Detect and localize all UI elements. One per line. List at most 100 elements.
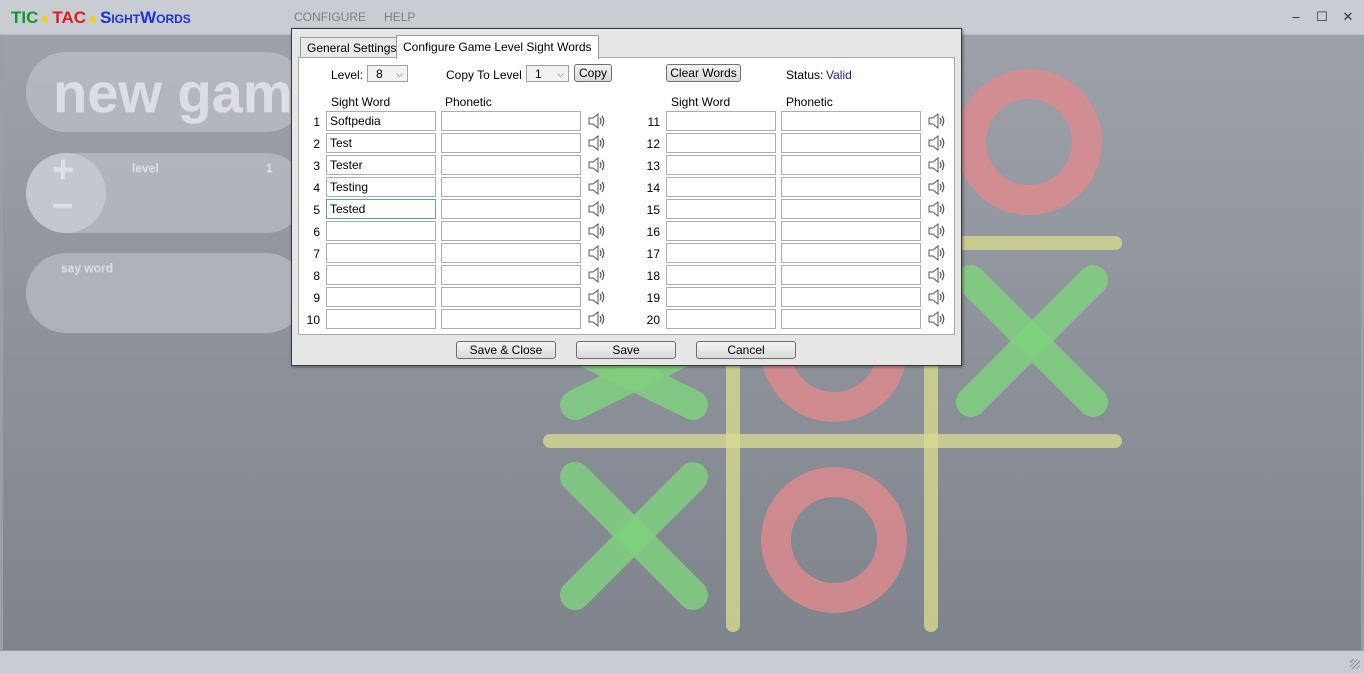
row-number: 11	[647, 115, 660, 129]
phonetic-input[interactable]	[781, 199, 921, 219]
phonetic-input[interactable]	[441, 265, 581, 285]
speaker-icon[interactable]	[927, 178, 947, 196]
sight-word-input[interactable]: Testing	[326, 177, 436, 197]
row-number: 20	[646, 313, 660, 327]
sight-word-input[interactable]	[666, 309, 776, 329]
phonetic-input[interactable]	[441, 155, 581, 175]
tab-general-settings[interactable]: General Settings	[300, 37, 404, 58]
row-number: 16	[646, 225, 660, 239]
sight-word-input[interactable]	[666, 177, 776, 197]
speaker-icon[interactable]	[587, 134, 607, 152]
speaker-icon[interactable]	[927, 200, 947, 218]
sight-word-input[interactable]	[666, 287, 776, 307]
header-sight-word-right: Sight Word	[671, 95, 731, 109]
sight-word-input[interactable]	[326, 287, 436, 307]
phonetic-input[interactable]	[781, 309, 921, 329]
say-word-button[interactable]: say word	[26, 253, 306, 333]
resize-grip[interactable]	[1350, 659, 1360, 669]
status-label: Status:	[786, 68, 824, 82]
phonetic-input[interactable]	[441, 221, 581, 241]
clear-words-button[interactable]: Clear Words	[666, 64, 741, 82]
maximize-button[interactable]: ☐	[1314, 9, 1330, 25]
speaker-icon[interactable]	[927, 310, 947, 328]
tab-configure-sight-words[interactable]: Configure Game Level Sight Words	[396, 35, 599, 59]
speaker-icon[interactable]	[587, 288, 607, 306]
phonetic-input[interactable]	[781, 243, 921, 263]
phonetic-input[interactable]	[781, 287, 921, 307]
menu-help[interactable]: HELP	[384, 10, 415, 24]
level-control: + – level 1	[26, 149, 306, 233]
speaker-icon[interactable]	[927, 222, 947, 240]
minimize-button[interactable]: –	[1288, 9, 1304, 24]
sight-word-input[interactable]	[666, 133, 776, 153]
sight-word-input[interactable]: Softpedia	[326, 111, 436, 131]
speaker-icon[interactable]	[927, 112, 947, 130]
level-select[interactable]: 8 ⌵	[367, 65, 408, 82]
speaker-icon[interactable]	[927, 244, 947, 262]
config-dialog: General Settings Configure Game Level Si…	[291, 28, 962, 366]
phonetic-input[interactable]	[781, 177, 921, 197]
new-game-button[interactable]: new game	[26, 52, 324, 132]
status-bar	[0, 651, 1364, 673]
speaker-icon[interactable]	[927, 134, 947, 152]
phonetic-input[interactable]	[781, 265, 921, 285]
header-phonetic-right: Phonetic	[786, 95, 833, 109]
phonetic-input[interactable]	[781, 133, 921, 153]
phonetic-input[interactable]	[441, 199, 581, 219]
sight-word-input[interactable]	[666, 221, 776, 241]
level-stepper[interactable]: + –	[26, 149, 106, 233]
o-mark-bottom-center	[761, 467, 907, 613]
speaker-icon[interactable]	[587, 156, 607, 174]
sight-word-input[interactable]	[666, 111, 776, 131]
phonetic-input[interactable]	[441, 309, 581, 329]
sight-word-input[interactable]	[666, 199, 776, 219]
row-number: 18	[646, 269, 660, 283]
speaker-icon[interactable]	[587, 200, 607, 218]
speaker-icon[interactable]	[587, 244, 607, 262]
row-number: 15	[646, 203, 660, 217]
speaker-icon[interactable]	[587, 310, 607, 328]
speaker-icon[interactable]	[587, 266, 607, 284]
sight-word-input[interactable]	[326, 309, 436, 329]
sight-word-input[interactable]: Tested	[326, 199, 436, 219]
row-number: 6	[313, 225, 320, 239]
sight-word-input[interactable]: Tester	[326, 155, 436, 175]
sight-word-input[interactable]	[666, 265, 776, 285]
speaker-icon[interactable]	[927, 288, 947, 306]
phonetic-input[interactable]	[441, 111, 581, 131]
speaker-icon[interactable]	[927, 266, 947, 284]
phonetic-input[interactable]	[781, 155, 921, 175]
save-close-button[interactable]: Save & Close	[456, 341, 556, 359]
sight-word-input[interactable]	[326, 221, 436, 241]
phonetic-input[interactable]	[441, 287, 581, 307]
sight-word-input[interactable]	[326, 243, 436, 263]
speaker-icon[interactable]	[587, 112, 607, 130]
speaker-icon[interactable]	[587, 178, 607, 196]
phonetic-input[interactable]	[781, 111, 921, 131]
row-number: 12	[646, 137, 660, 151]
sight-word-input[interactable]: Test	[326, 133, 436, 153]
sight-word-input[interactable]	[666, 243, 776, 263]
save-button[interactable]: Save	[576, 341, 676, 359]
app-logo: TIC TAC SightWords	[11, 8, 191, 27]
phonetic-input[interactable]	[441, 243, 581, 263]
phonetic-input[interactable]	[441, 177, 581, 197]
speaker-icon[interactable]	[587, 222, 607, 240]
row-number: 2	[313, 137, 320, 151]
row-number: 3	[313, 159, 320, 173]
phonetic-input[interactable]	[441, 133, 581, 153]
speaker-icon[interactable]	[927, 156, 947, 174]
sight-word-input[interactable]	[326, 265, 436, 285]
cancel-button[interactable]: Cancel	[696, 341, 796, 359]
chevron-down-icon: ⌵	[396, 69, 403, 79]
level-minus-button[interactable]: –	[52, 183, 73, 226]
row-number: 9	[313, 291, 320, 305]
copy-button[interactable]: Copy	[574, 64, 612, 82]
phonetic-input[interactable]	[781, 221, 921, 241]
menu-configure[interactable]: CONFIGURE	[294, 10, 366, 24]
close-button[interactable]: ✕	[1340, 9, 1356, 25]
level-value: 1	[266, 161, 273, 175]
row-number: 1	[313, 115, 320, 129]
sight-word-input[interactable]	[666, 155, 776, 175]
copy-to-level-select[interactable]: 1 ⌵	[526, 65, 569, 82]
